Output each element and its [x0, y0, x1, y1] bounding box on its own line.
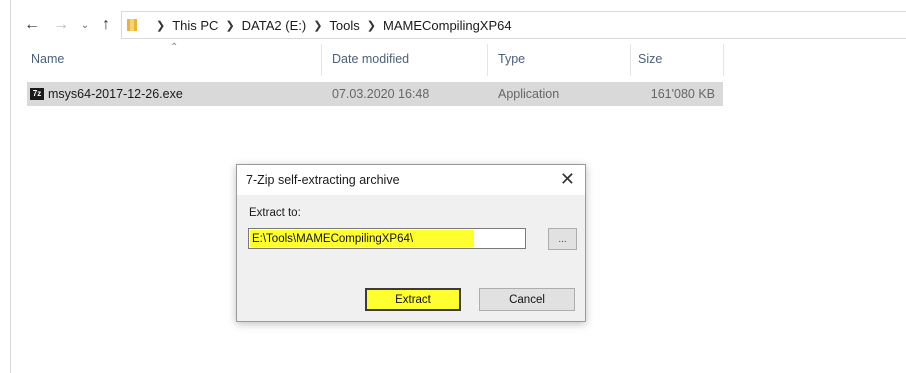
extract-to-label: Extract to:: [249, 207, 301, 219]
close-icon[interactable]: ✕: [560, 169, 575, 189]
browse-button[interactable]: ...: [548, 228, 577, 250]
dialog-title: 7-Zip self-extracting archive: [246, 173, 400, 187]
breadcrumb-this-pc[interactable]: This PC: [172, 18, 218, 33]
file-name: msys64-2017-12-26.exe: [48, 87, 183, 101]
chevron-right-icon[interactable]: ❯: [156, 19, 165, 32]
file-name-cell: 7z msys64-2017-12-26.exe: [30, 82, 320, 106]
file-date-modified: 07.03.2020 16:48: [332, 87, 430, 101]
breadcrumb-current-folder[interactable]: MAMECompilingXP64: [383, 18, 512, 33]
extract-path-input[interactable]: E:\Tools\MAMECompilingXP64\: [248, 228, 526, 249]
column-divider[interactable]: [630, 44, 631, 76]
forward-arrow-icon[interactable]: →: [52, 14, 70, 36]
folder-icon: [127, 19, 141, 31]
window-left-border: [10, 0, 11, 373]
back-arrow-icon[interactable]: ←: [22, 14, 42, 36]
column-header-size[interactable]: Size: [638, 44, 718, 74]
chevron-right-icon[interactable]: ❯: [367, 19, 376, 32]
column-header-type[interactable]: Type: [498, 44, 618, 74]
file-type: Application: [498, 87, 560, 101]
dialog-title-bar[interactable]: 7-Zip self-extracting archive ✕: [237, 165, 585, 195]
file-row[interactable]: 7z msys64-2017-12-26.exe 07.03.2020 16:4…: [27, 82, 723, 106]
chevron-right-icon[interactable]: ❯: [225, 19, 234, 32]
navigation-bar: ← → ⌄ ↑ ❯ This PC ❯ DATA2 (E:) ❯ Tools ❯…: [0, 10, 906, 42]
address-bar[interactable]: ❯ This PC ❯ DATA2 (E:) ❯ Tools ❯ MAMECom…: [121, 11, 906, 39]
column-divider[interactable]: [723, 44, 724, 76]
column-header-name[interactable]: Name: [31, 44, 321, 74]
column-divider[interactable]: [487, 44, 488, 76]
breadcrumb-drive[interactable]: DATA2 (E:): [242, 18, 307, 33]
breadcrumb-tools[interactable]: Tools: [329, 18, 359, 33]
file-size: 161'080 KB: [650, 87, 715, 101]
extract-button[interactable]: Extract: [365, 288, 461, 311]
sfx-extract-dialog: 7-Zip self-extracting archive ✕ Extract …: [236, 164, 586, 322]
chevron-right-icon[interactable]: ❯: [313, 19, 322, 32]
up-arrow-icon[interactable]: ↑: [98, 14, 114, 36]
7zip-file-icon: 7z: [30, 88, 44, 100]
column-divider[interactable]: [321, 44, 322, 76]
chevron-down-icon[interactable]: ⌄: [78, 14, 92, 36]
column-header-date-modified[interactable]: Date modified: [332, 44, 482, 74]
extract-path-value: E:\Tools\MAMECompilingXP64\: [250, 230, 474, 247]
cancel-button[interactable]: Cancel: [479, 288, 575, 311]
